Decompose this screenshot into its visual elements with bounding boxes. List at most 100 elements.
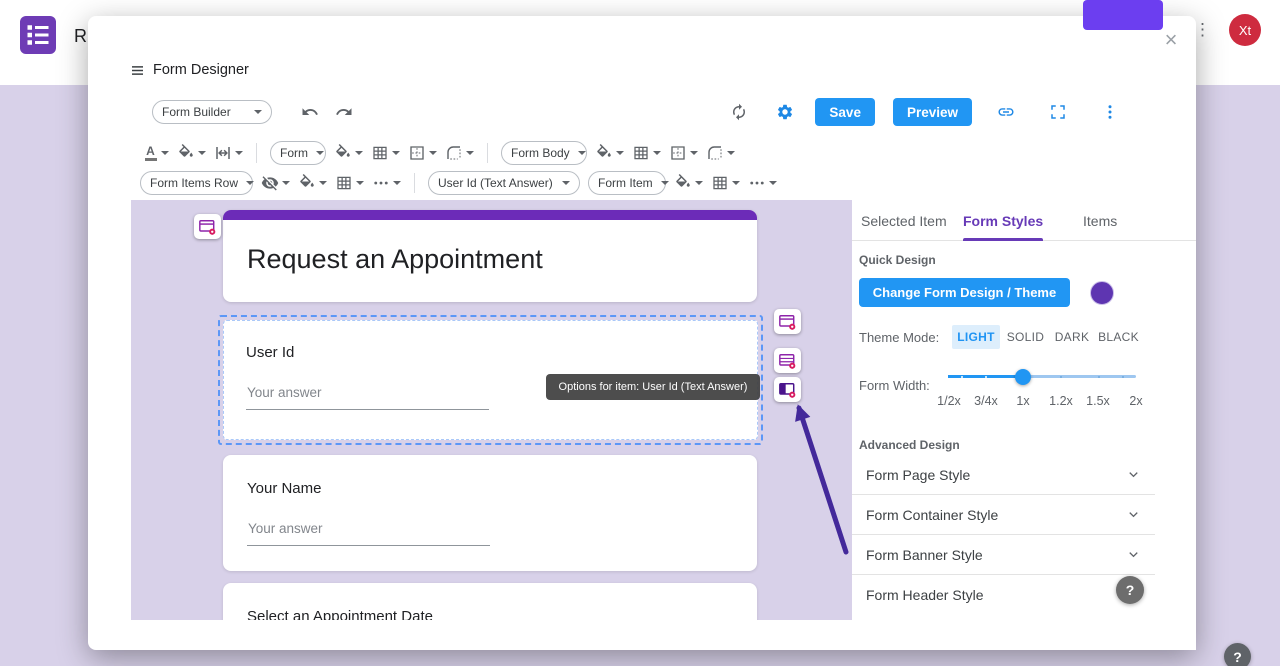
fill-color-icon (674, 173, 692, 192)
item-more-button[interactable] (748, 174, 777, 192)
panel-help-button[interactable]: ? (1116, 576, 1144, 604)
accordion-form-banner-style[interactable]: Form Banner Style (852, 535, 1155, 575)
link-button[interactable] (994, 100, 1018, 124)
theme-mode-black[interactable]: BLACK (1094, 325, 1143, 349)
item-fill-color-button[interactable] (674, 173, 703, 192)
separator (256, 142, 257, 163)
undo-button[interactable] (298, 100, 322, 124)
theme-mode-light[interactable]: LIGHT (952, 325, 1000, 349)
dialog-header: Form Designer (131, 62, 249, 78)
item-options-button[interactable] (774, 377, 801, 402)
chevron-down-icon (161, 150, 169, 155)
theme-mode-dark[interactable]: DARK (1051, 325, 1093, 349)
form-corner-button[interactable] (445, 144, 474, 162)
preview-button[interactable]: Preview (892, 98, 972, 126)
quick-design-heading: Quick Design (859, 253, 936, 267)
item-row-options-button[interactable] (774, 348, 801, 373)
chevron-down-icon (393, 180, 401, 185)
chevron-down-icon (660, 180, 669, 185)
chevron-down-icon (235, 150, 243, 155)
fill-color-icon (334, 143, 352, 162)
toolbar-row-3: Form Items Row User Id (Text Answer) For… (140, 170, 777, 195)
font-color-button[interactable]: A (143, 145, 169, 161)
page-help-button[interactable]: ? (1224, 643, 1251, 666)
form-banner-bar (223, 210, 757, 220)
row-grid-button[interactable] (335, 174, 364, 192)
width-slider-knob[interactable] (1015, 369, 1031, 385)
item-options-tooltip: Options for item: User Id (Text Answer) (546, 374, 760, 400)
tab-form-styles[interactable]: Form Styles (963, 200, 1044, 241)
chevron-down-icon[interactable] (1126, 547, 1141, 562)
banner-options-button[interactable] (194, 214, 221, 239)
field-card-your-name[interactable]: Your Name Your answer (223, 455, 757, 571)
row-more-button[interactable] (372, 174, 401, 192)
field-label: Your Name (247, 480, 322, 497)
dialog-title: Form Designer (153, 62, 249, 78)
close-icon[interactable]: × (1159, 27, 1183, 52)
settings-button[interactable] (773, 100, 797, 124)
form-banner-card[interactable]: Request an Appointment (223, 210, 757, 302)
change-theme-button[interactable]: Change Form Design / Theme (859, 278, 1070, 307)
tab-selected-item[interactable]: Selected Item (861, 200, 947, 241)
background-send-button[interactable] (1083, 0, 1163, 30)
fill-color-button[interactable] (177, 143, 206, 162)
accordion-form-container-style[interactable]: Form Container Style (852, 495, 1155, 535)
body-border-button[interactable] (669, 144, 698, 162)
grid-icon (371, 144, 389, 162)
form-items-row-select[interactable]: Form Items Row (140, 170, 255, 195)
field-label: Select an Appointment Date (247, 608, 433, 620)
screen: R ⋮ Xt ? Form Designer × Form Builder Sa… (0, 0, 1280, 666)
chevron-down-icon (316, 150, 324, 155)
item-grid-button[interactable] (711, 174, 740, 192)
tab-items[interactable]: Items (1083, 200, 1117, 241)
theme-color-swatch[interactable] (1090, 281, 1114, 305)
menu-icon[interactable] (131, 65, 144, 76)
width-option[interactable]: 1/2x (937, 394, 961, 408)
width-button[interactable] (214, 144, 243, 162)
grid-icon (632, 144, 650, 162)
accordion-form-page-style[interactable]: Form Page Style (852, 455, 1155, 495)
width-option[interactable]: 1.5x (1086, 394, 1110, 408)
row-fill-color-button[interactable] (298, 173, 327, 192)
avatar[interactable]: Xt (1229, 14, 1261, 46)
form-body-select[interactable]: Form Body (501, 140, 587, 165)
field-placeholder[interactable]: Your answer (247, 385, 322, 400)
forms-app-logo[interactable] (20, 16, 56, 54)
item-select[interactable]: User Id (Text Answer) (428, 170, 580, 195)
eye-off-icon (261, 174, 279, 192)
field-card-appointment-date[interactable]: Select an Appointment Date (223, 583, 757, 620)
redo-button[interactable] (332, 100, 356, 124)
width-option[interactable]: 2x (1129, 394, 1142, 408)
form-border-button[interactable] (408, 144, 437, 162)
visibility-button[interactable] (261, 174, 290, 192)
body-corner-button[interactable] (706, 144, 735, 162)
save-button[interactable]: Save (815, 98, 875, 126)
accordion-form-header-style[interactable]: Form Header Style (852, 575, 1155, 615)
chevron-down-icon (769, 180, 777, 185)
body-grid-button[interactable] (632, 144, 661, 162)
form-select[interactable]: Form (270, 140, 326, 165)
fullscreen-button[interactable] (1046, 100, 1070, 124)
form-builder-select[interactable]: Form Builder (152, 100, 272, 124)
font-color-icon: A (143, 145, 158, 161)
chevron-down-icon (695, 180, 703, 185)
form-list-icon (20, 17, 56, 53)
redo-icon (335, 103, 353, 121)
form-item-select[interactable]: Form Item (588, 170, 669, 195)
chevron-down-icon[interactable] (1126, 507, 1141, 522)
border-icon (669, 144, 687, 162)
theme-mode-solid[interactable]: SOLID (1003, 325, 1048, 349)
field-placeholder[interactable]: Your answer (248, 521, 323, 536)
form-grid-button[interactable] (371, 144, 400, 162)
width-option[interactable]: 3/4x (974, 394, 998, 408)
more-menu-button[interactable] (1098, 100, 1122, 124)
width-option[interactable]: 1.2x (1049, 394, 1073, 408)
item-card-options-button[interactable] (774, 309, 801, 334)
form-fill-color-button[interactable] (334, 143, 363, 162)
body-fill-color-button[interactable] (595, 143, 624, 162)
topbar-more-icon[interactable]: ⋮ (1194, 20, 1211, 40)
chevron-down-icon[interactable] (1126, 467, 1141, 482)
refresh-button[interactable] (727, 100, 751, 124)
column-style-icon (778, 381, 797, 399)
width-option[interactable]: 1x (1016, 394, 1029, 408)
